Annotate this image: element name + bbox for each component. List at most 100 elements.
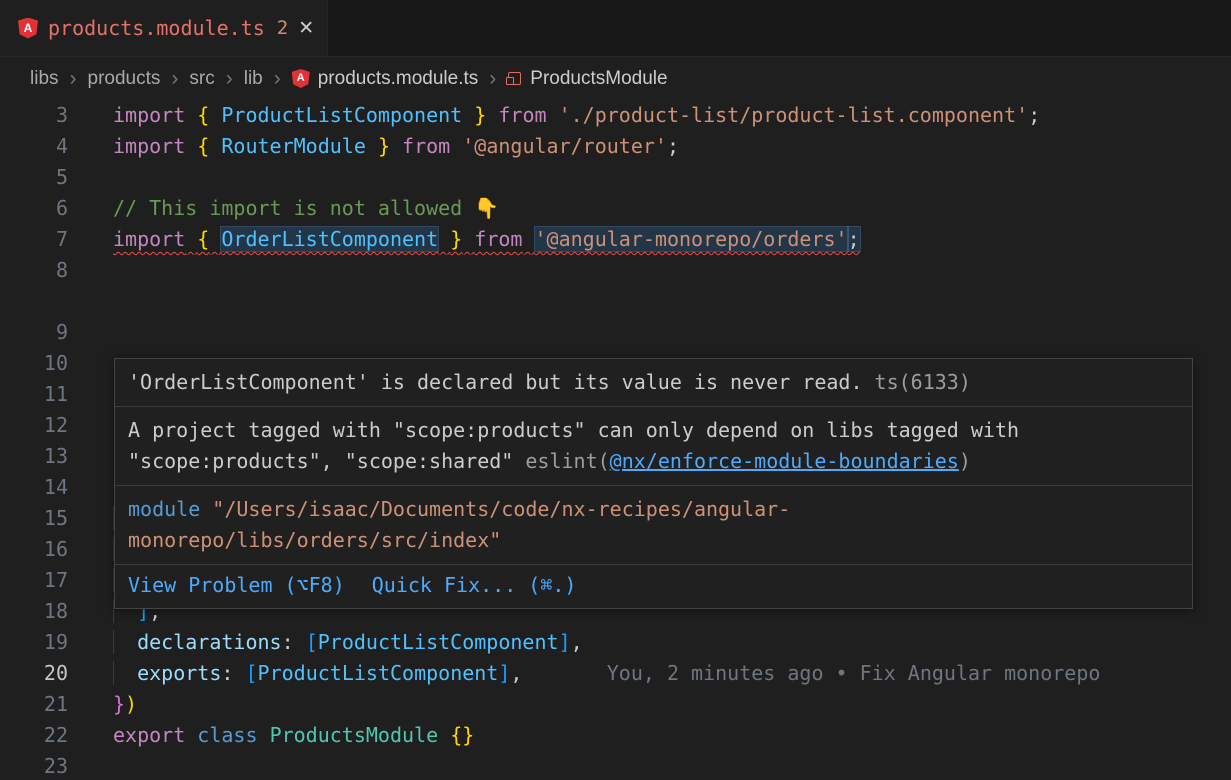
code-token — [522, 661, 606, 685]
hover-text: ) — [959, 449, 971, 473]
breadcrumb-item-libs[interactable]: libs — [30, 68, 59, 90]
editor-tab[interactable]: A products.module.ts 2 ✕ — [0, 0, 328, 56]
line-number: 7 — [0, 224, 68, 255]
code-token: class — [197, 723, 257, 747]
code-token: : — [221, 661, 233, 685]
code-token: exports — [137, 661, 221, 685]
line-number: 22 — [0, 720, 68, 751]
angular-file-icon: A — [292, 69, 310, 88]
code-token — [185, 723, 197, 747]
code-text[interactable]: declarations: [ProductListComponent], — [68, 627, 1231, 658]
code-token: { — [197, 103, 209, 127]
code-token: [ — [306, 630, 318, 654]
code-token — [209, 227, 221, 251]
line-number: 9 — [0, 317, 68, 348]
code-token — [258, 723, 270, 747]
hover-message: 'OrderListComponent' is declared but its… — [115, 359, 1192, 406]
code-token — [185, 103, 197, 127]
hover-messages: 'OrderListComponent' is declared but its… — [115, 359, 1192, 564]
code-token: } — [378, 134, 390, 158]
line-number: 21 — [0, 689, 68, 720]
code-token: '@angular/router' — [462, 134, 667, 158]
code-token — [113, 661, 137, 685]
code-line[interactable]: 5 — [0, 162, 1231, 193]
chevron-right-icon: › — [171, 68, 178, 89]
code-token: {} — [450, 723, 474, 747]
code-token: } — [450, 227, 462, 251]
breadcrumb: libs›products›src›lib› A products.module… — [0, 57, 1231, 100]
line-number: 8 — [0, 255, 68, 286]
breadcrumb-item-lib[interactable]: lib — [244, 68, 263, 90]
hover-text: "/Users/isaac/Documents/code/nx-recipes/… — [128, 497, 790, 552]
code-token: { — [197, 134, 209, 158]
code-token: import — [113, 134, 185, 158]
code-text[interactable]: import { OrderListComponent } from '@ang… — [68, 224, 1231, 255]
breadcrumb-item-symbol[interactable]: ProductsModule — [507, 68, 667, 90]
breadcrumb-symbol-label: ProductsModule — [530, 68, 667, 90]
code-token: ProductListComponent — [258, 661, 499, 685]
code-text[interactable]: }) — [68, 689, 1231, 720]
code-line[interactable]: 4import { RouterModule } from '@angular/… — [0, 131, 1231, 162]
code-token — [185, 227, 197, 251]
quick-fix-action[interactable]: Quick Fix... (⌘.) — [372, 570, 577, 601]
code-text[interactable]: // This import is not allowed 👇 — [68, 193, 1231, 224]
code-editor[interactable]: 3import { ProductListComponent } from '.… — [0, 100, 1231, 780]
code-token: from — [402, 134, 450, 158]
code-line[interactable]: 22export class ProductsModule {} — [0, 720, 1231, 751]
hover-popup: 'OrderListComponent' is declared but its… — [114, 358, 1193, 609]
code-token — [294, 630, 306, 654]
code-token: ; — [1028, 103, 1040, 127]
code-token: '@angular-monorepo/orders' — [535, 227, 848, 251]
class-symbol-icon — [507, 71, 522, 86]
code-line[interactable]: 20 exports: [ProductListComponent], You,… — [0, 658, 1231, 689]
code-line[interactable]: 3import { ProductListComponent } from '.… — [0, 100, 1231, 131]
angular-file-icon: A — [18, 18, 38, 39]
code-token: // This import is not allowed — [113, 196, 474, 220]
breadcrumb-path: libs›products›src›lib› — [30, 68, 281, 90]
code-token: { — [197, 227, 209, 251]
code-token: import — [113, 103, 185, 127]
code-line[interactable]: 9 — [0, 317, 1231, 348]
code-token: } — [474, 103, 486, 127]
code-line[interactable]: 23 — [0, 751, 1231, 780]
code-text[interactable]: import { ProductListComponent } from './… — [68, 100, 1231, 131]
code-token: ProductListComponent — [318, 630, 559, 654]
line-number: 3 — [0, 100, 68, 131]
line-number: 16 — [0, 534, 68, 565]
code-line[interactable]: 7import { OrderListComponent } from '@an… — [0, 224, 1231, 255]
hover-text: eslint( — [525, 449, 609, 473]
code-text[interactable]: export class ProductsModule {} — [68, 720, 1231, 751]
code-line[interactable]: 21}) — [0, 689, 1231, 720]
code-token: ; — [667, 134, 679, 158]
code-token: ] — [498, 661, 510, 685]
view-problem-action[interactable]: View Problem (⌥F8) — [128, 570, 345, 601]
code-token: import — [113, 227, 185, 251]
code-token — [366, 134, 378, 158]
close-icon[interactable]: ✕ — [298, 17, 314, 40]
code-token — [438, 723, 450, 747]
tab-problems-badge: 2 — [277, 17, 288, 39]
code-line[interactable]: 19 declarations: [ProductListComponent], — [0, 627, 1231, 658]
code-text[interactable]: import { RouterModule } from '@angular/r… — [68, 131, 1231, 162]
code-line[interactable]: 6// This import is not allowed 👇 — [0, 193, 1231, 224]
code-line[interactable]: 8 — [0, 255, 1231, 317]
tab-bar: A products.module.ts 2 ✕ — [0, 0, 1231, 57]
line-number: 11 — [0, 379, 68, 410]
code-token — [233, 661, 245, 685]
line-number: 6 — [0, 193, 68, 224]
line-number: 4 — [0, 131, 68, 162]
hover-message: A project tagged with "scope:products" c… — [115, 406, 1192, 485]
breadcrumb-item-src[interactable]: src — [189, 68, 214, 90]
hover-text: 'OrderListComponent' is declared but its… — [128, 370, 863, 394]
code-token — [462, 103, 474, 127]
breadcrumb-item-products[interactable]: products — [88, 68, 161, 90]
code-token — [522, 227, 534, 251]
rule-link[interactable]: @nx/enforce-module-boundaries — [610, 449, 959, 473]
hover-text: module — [128, 497, 212, 521]
breadcrumb-item-file[interactable]: A products.module.ts — [292, 68, 479, 90]
code-text[interactable]: exports: [ProductListComponent], You, 2 … — [68, 658, 1231, 689]
line-number: 20 — [0, 658, 68, 689]
code-token: } — [113, 692, 125, 716]
code-token: ProductListComponent — [221, 103, 462, 127]
code-token — [547, 103, 559, 127]
